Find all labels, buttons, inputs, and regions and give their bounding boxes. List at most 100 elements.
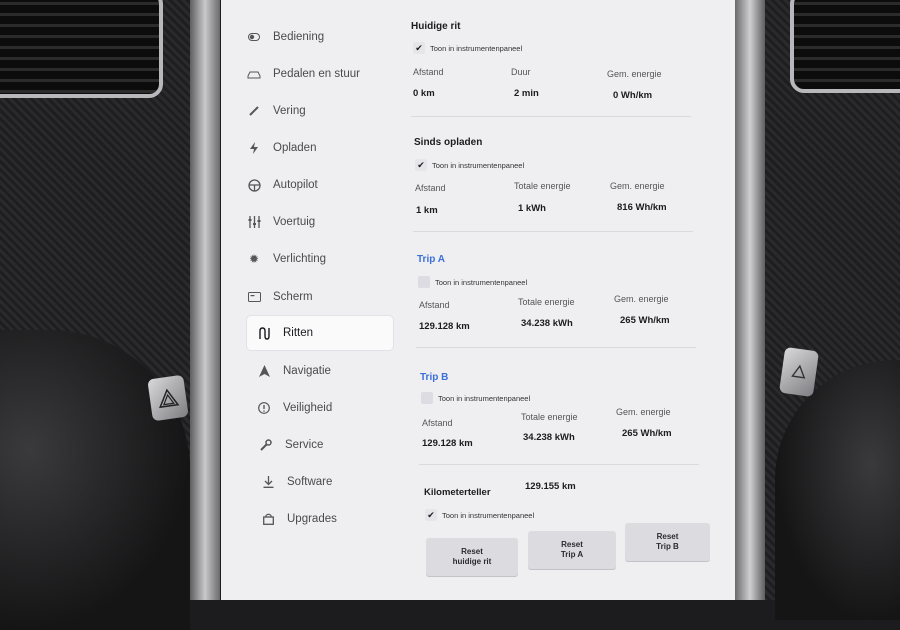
trip-a-title: Trip A xyxy=(417,254,445,265)
hazard-triangle-icon xyxy=(159,388,180,409)
divider xyxy=(419,464,699,465)
checkbox-empty-icon xyxy=(421,392,433,404)
sidebar-item-pedalen[interactable]: Pedalen en stuur xyxy=(247,57,393,91)
sidebar-item-label: Veiligheid xyxy=(283,402,333,414)
current-trip-distance: 0 km xyxy=(413,88,435,99)
sidebar-item-label: Ritten xyxy=(283,327,314,339)
steering-wheel-icon xyxy=(247,178,261,192)
info-circle-icon xyxy=(257,401,271,415)
since-charge-label-distance: Afstand xyxy=(415,183,446,193)
since-charge-label-energy: Gem. energie xyxy=(610,181,665,191)
current-trip-duration: 2 min xyxy=(514,88,539,99)
sidebar-item-label: Software xyxy=(287,476,333,488)
trip-a-dashboard-checkbox[interactable]: Toon in instrumentenpaneel xyxy=(418,276,527,288)
trip-b-dashboard-checkbox[interactable]: Toon in instrumentenpaneel xyxy=(421,392,530,404)
car-icon xyxy=(247,67,261,81)
sidebar-item-upgrades[interactable]: Upgrades xyxy=(261,502,407,536)
trip-a-label-total-energy: Totale energie xyxy=(518,297,575,307)
divider xyxy=(416,347,696,348)
sidebar-item-label: Voertuig xyxy=(273,216,316,228)
reset-current-trip-button[interactable]: Reset huidige rit xyxy=(426,538,518,576)
current-trip-label-energy: Gem. energie xyxy=(607,69,662,79)
sidebar-item-autopilot[interactable]: Autopilot xyxy=(247,168,393,202)
download-icon xyxy=(261,475,275,489)
settings-sidebar: Bediening Pedalen en stuur Vering Oplade… xyxy=(221,0,397,600)
left-chrome-trim xyxy=(190,0,220,600)
touchscreen: Bediening Pedalen en stuur Vering Oplade… xyxy=(221,0,735,600)
trip-a-distance: 129.128 km xyxy=(419,321,470,332)
right-air-vent xyxy=(790,0,900,93)
trip-a-label-energy: Gem. energie xyxy=(614,294,669,304)
odometer-value: 129.155 km xyxy=(525,481,576,492)
trip-b-label-total-energy: Totale energie xyxy=(521,412,578,422)
trip-b-label-distance: Afstand xyxy=(422,418,453,428)
sidebar-item-label: Upgrades xyxy=(287,513,337,525)
toggle-icon xyxy=(247,30,261,44)
sidebar-item-label: Navigatie xyxy=(283,365,331,377)
sidebar-item-label: Opladen xyxy=(273,142,317,154)
current-trip-label-duration: Duur xyxy=(511,67,531,77)
checkmark-icon: ✔ xyxy=(425,509,437,521)
left-air-vent xyxy=(0,0,163,98)
odometer-dashboard-checkbox[interactable]: ✔ Toon in instrumentenpaneel xyxy=(425,509,534,521)
display-icon xyxy=(247,290,261,304)
sidebar-item-service[interactable]: Service xyxy=(259,428,405,462)
current-trip-title: Huidige rit xyxy=(411,21,461,32)
trip-a-label-distance: Afstand xyxy=(419,300,450,310)
sidebar-item-ritten[interactable]: Ritten xyxy=(247,316,393,350)
lightning-icon xyxy=(247,141,261,155)
sidebar-item-label: Service xyxy=(285,439,324,451)
trip-b-distance: 129.128 km xyxy=(422,438,473,449)
sidebar-item-label: Verlichting xyxy=(273,253,327,265)
sidebar-item-label: Pedalen en stuur xyxy=(273,68,360,80)
since-charge-dashboard-checkbox[interactable]: ✔ Toon in instrumentenpaneel xyxy=(415,159,524,171)
checkbox-empty-icon xyxy=(418,276,430,288)
since-charge-total-energy: 1 kWh xyxy=(518,203,546,214)
divider xyxy=(413,231,693,232)
since-charge-title: Sinds opladen xyxy=(414,137,483,148)
sidebar-item-label: Vering xyxy=(273,105,306,117)
sidebar-item-voertuig[interactable]: Voertuig xyxy=(247,205,393,239)
sidebar-item-verlichting[interactable]: ✹ Verlichting xyxy=(247,242,393,276)
sidebar-item-navigatie[interactable]: Navigatie xyxy=(257,354,403,388)
wrench-icon xyxy=(259,438,273,452)
sidebar-item-scherm[interactable]: Scherm xyxy=(247,280,393,314)
sidebar-item-bediening[interactable]: Bediening xyxy=(247,20,393,54)
sun-icon: ✹ xyxy=(248,252,260,266)
current-trip-label-distance: Afstand xyxy=(413,67,444,77)
sidebar-item-opladen[interactable]: Opladen xyxy=(247,131,393,165)
sidebar-item-software[interactable]: Software xyxy=(261,465,407,499)
sidebar-item-label: Autopilot xyxy=(273,179,318,191)
trips-icon xyxy=(257,326,271,340)
trip-b-label-energy: Gem. energie xyxy=(616,407,671,417)
glovebox-button[interactable] xyxy=(778,346,820,398)
glovebox-icon xyxy=(791,364,806,379)
sidebar-item-veiligheid[interactable]: Veiligheid xyxy=(257,391,403,425)
sidebar-item-label: Scherm xyxy=(273,291,313,303)
navigation-arrow-icon xyxy=(257,364,271,378)
sliders-icon xyxy=(247,215,261,229)
sidebar-item-vering[interactable]: Vering xyxy=(247,94,393,128)
right-chrome-trim xyxy=(735,0,765,600)
since-charge-label-total-energy: Totale energie xyxy=(514,181,571,191)
trip-b-total-energy: 34.238 kWh xyxy=(523,432,575,443)
reset-trip-b-button[interactable]: Reset Trip B xyxy=(625,523,710,561)
hazard-button[interactable] xyxy=(147,374,189,422)
sidebar-item-label: Bediening xyxy=(273,31,325,43)
trip-b-title: Trip B xyxy=(420,372,449,383)
trip-a-total-energy: 34.238 kWh xyxy=(521,318,573,329)
bag-icon xyxy=(261,512,275,526)
suspension-icon xyxy=(247,104,261,118)
trip-a-avg-energy: 265 Wh/km xyxy=(620,315,670,326)
trips-panel: Huidige rit ✔ Toon in instrumentenpaneel… xyxy=(407,0,727,600)
current-trip-avg-energy: 0 Wh/km xyxy=(613,90,653,101)
checkmark-icon: ✔ xyxy=(415,159,427,171)
trip-b-avg-energy: 265 Wh/km xyxy=(622,428,672,439)
divider xyxy=(411,116,691,117)
odometer-label: Kilometerteller xyxy=(424,487,491,498)
reset-trip-a-button[interactable]: Reset Trip A xyxy=(528,531,616,569)
current-trip-dashboard-checkbox[interactable]: ✔ Toon in instrumentenpaneel xyxy=(413,42,522,54)
since-charge-distance: 1 km xyxy=(416,205,438,216)
since-charge-avg-energy: 816 Wh/km xyxy=(617,202,667,213)
checkmark-icon: ✔ xyxy=(413,42,425,54)
